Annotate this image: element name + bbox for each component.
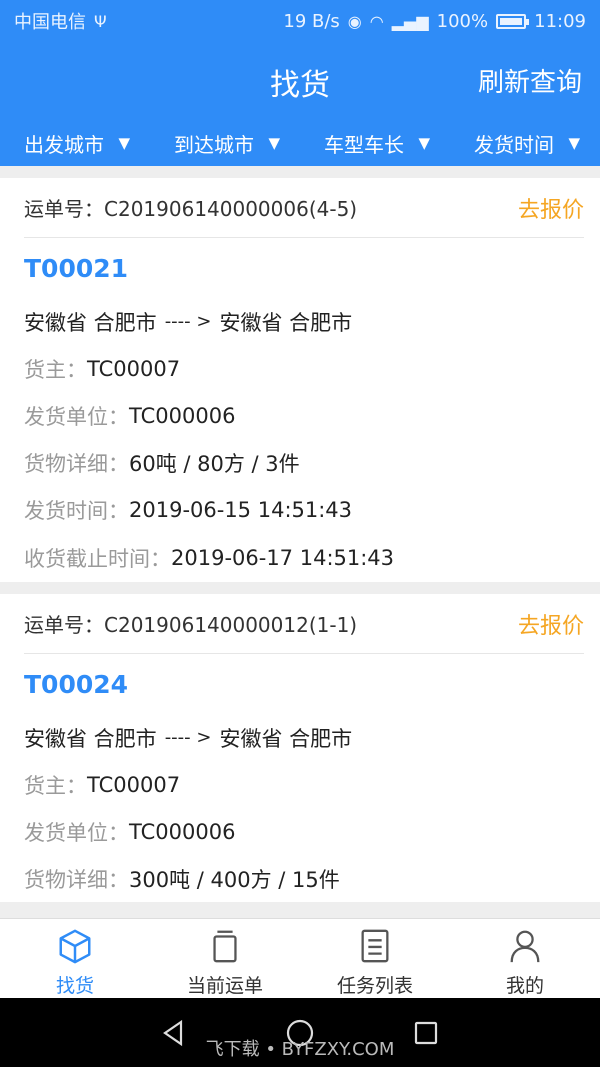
route-from: 安徽省 合肥市 bbox=[24, 726, 157, 751]
watermark-text: 飞下载 • BYFZXY.COM bbox=[205, 1039, 395, 1060]
cube-icon bbox=[59, 929, 91, 964]
waybill-label: 运单号： bbox=[24, 613, 104, 637]
clock: 11:09 bbox=[534, 10, 586, 32]
card-header: 运单号：C201906140000006(4-5) 去报价 bbox=[24, 178, 584, 238]
tab-find-cargo[interactable]: 找货 bbox=[0, 919, 150, 998]
order-code: T00024 bbox=[24, 670, 129, 699]
status-bar: 中国电信 Ψ 19 B/s ◉ ◠ ▂▄▆ 100% 11:09 bbox=[0, 0, 600, 42]
shipper-row: 发货单位： TC000006 bbox=[24, 392, 584, 439]
route: 安徽省 合肥市 ---- > 安徽省 合肥市 bbox=[24, 714, 584, 761]
filter-ship-time[interactable]: 发货时间 ▼ bbox=[450, 129, 600, 158]
user-icon bbox=[510, 930, 540, 963]
owner-label: 货主： bbox=[24, 357, 87, 382]
dropdown-arrow-icon: ▼ bbox=[118, 134, 130, 152]
cargo-detail-label: 货物详细： bbox=[24, 451, 129, 476]
waybill-number: 运单号：C201906140000006(4-5) bbox=[24, 193, 357, 222]
route-to: 安徽省 合肥市 bbox=[219, 726, 353, 751]
owner-value: TC00007 bbox=[87, 356, 181, 381]
network-speed: 19 B/s bbox=[283, 10, 340, 32]
cargo-detail-value: 300吨 / 400方 / 15件 bbox=[129, 867, 340, 892]
signal-icon: ▂▄▆ bbox=[391, 11, 429, 31]
shipper-label: 发货单位： bbox=[24, 820, 129, 845]
route-arrow: ---- > bbox=[164, 727, 212, 748]
header-area: 中国电信 Ψ 19 B/s ◉ ◠ ▂▄▆ 100% 11:09 找货 刷新查询… bbox=[0, 0, 600, 166]
battery-percent: 100% bbox=[436, 10, 489, 32]
tab-label: 找货 bbox=[55, 975, 94, 997]
ship-time-row: 发货时间： 2019-06-15 14:51:43 bbox=[24, 486, 584, 533]
shipper-label: 发货单位： bbox=[24, 404, 129, 429]
cargo-detail-row: 货物详细： 300吨 / 400方 / 15件 bbox=[24, 855, 584, 902]
wifi-icon: ◠ bbox=[369, 11, 384, 31]
tab-label: 我的 bbox=[505, 975, 544, 997]
dropdown-arrow-icon: ▼ bbox=[268, 134, 280, 152]
route-to: 安徽省 合肥市 bbox=[219, 310, 353, 335]
waybill-value: C201906140000006(4-5) bbox=[104, 197, 358, 221]
order-card[interactable]: 运单号：C201906140000006(4-5) 去报价 T00021 安徽省… bbox=[0, 178, 600, 582]
filter-bar: 出发城市 ▼ 到达城市 ▼ 车型车长 ▼ 发货时间 ▼ bbox=[0, 120, 600, 166]
bottom-tab-bar: 找货 当前运单 任务列表 我的 bbox=[0, 918, 600, 998]
waybill-label: 运单号： bbox=[24, 197, 104, 221]
filter-label: 出发城市 bbox=[24, 132, 104, 157]
route-arrow: ---- > bbox=[164, 311, 212, 332]
card-header: 运单号：C201906140000012(1-1) 去报价 bbox=[24, 594, 584, 654]
carrier-label: 中国电信 bbox=[14, 12, 86, 33]
order-card[interactable]: 运单号：C201906140000012(1-1) 去报价 T00024 安徽省… bbox=[0, 594, 600, 902]
deadline-value: 2019-06-17 14:51:43 bbox=[171, 545, 395, 570]
tab-label: 当前运单 bbox=[186, 975, 263, 997]
filter-label: 发货时间 bbox=[474, 132, 554, 157]
quote-button[interactable]: 去报价 bbox=[518, 608, 584, 640]
deadline-label: 收货截止时间： bbox=[24, 546, 171, 571]
usb-icon: Ψ bbox=[94, 11, 107, 31]
owner-row: 货主： TC00007 bbox=[24, 761, 584, 808]
shipper-row: 发货单位： TC000006 bbox=[24, 808, 584, 855]
filter-departure-city[interactable]: 出发城市 ▼ bbox=[0, 129, 150, 158]
order-list: 运单号：C201906140000006(4-5) 去报价 T00021 安徽省… bbox=[0, 178, 600, 914]
owner-row: 货主： TC00007 bbox=[24, 345, 584, 392]
tab-current-waybill[interactable]: 当前运单 bbox=[150, 919, 300, 998]
dropdown-arrow-icon: ▼ bbox=[418, 134, 430, 152]
route: 安徽省 合肥市 ---- > 安徽省 合肥市 bbox=[24, 298, 584, 345]
owner-value: TC00007 bbox=[87, 772, 181, 797]
list-icon bbox=[361, 929, 389, 963]
tab-label: 任务列表 bbox=[336, 975, 413, 997]
refresh-query-button[interactable]: 刷新查询 bbox=[478, 62, 582, 99]
dropdown-arrow-icon: ▼ bbox=[568, 134, 580, 152]
route-from: 安徽省 合肥市 bbox=[24, 310, 157, 335]
cargo-detail-value: 60吨 / 80方 / 3件 bbox=[129, 451, 300, 476]
order-code: T00021 bbox=[24, 254, 129, 283]
filter-vehicle-type[interactable]: 车型车长 ▼ bbox=[300, 129, 450, 158]
filter-label: 车型车长 bbox=[324, 132, 404, 157]
filter-label: 到达城市 bbox=[174, 132, 254, 157]
title-bar: 找货 刷新查询 bbox=[0, 42, 600, 120]
shipper-value: TC000006 bbox=[129, 403, 236, 428]
location-icon: ◉ bbox=[347, 11, 362, 31]
shipper-value: TC000006 bbox=[129, 819, 236, 844]
owner-label: 货主： bbox=[24, 773, 87, 798]
cargo-detail-label: 货物详细： bbox=[24, 867, 129, 892]
tab-task-list[interactable]: 任务列表 bbox=[300, 919, 450, 998]
tab-mine[interactable]: 我的 bbox=[450, 919, 600, 998]
ship-time-value: 2019-06-15 14:51:43 bbox=[129, 497, 353, 522]
ship-time-label: 发货时间： bbox=[24, 498, 129, 523]
clipboard-icon bbox=[213, 930, 237, 963]
deadline-row: 收货截止时间： 2019-06-17 14:51:43 bbox=[24, 533, 584, 582]
cargo-detail-row: 货物详细： 60吨 / 80方 / 3件 bbox=[24, 439, 584, 486]
waybill-value: C201906140000012(1-1) bbox=[104, 613, 358, 637]
quote-button[interactable]: 去报价 bbox=[518, 192, 584, 224]
waybill-number: 运单号：C201906140000012(1-1) bbox=[24, 609, 357, 638]
filter-arrival-city[interactable]: 到达城市 ▼ bbox=[150, 129, 300, 158]
battery-icon bbox=[496, 13, 530, 29]
